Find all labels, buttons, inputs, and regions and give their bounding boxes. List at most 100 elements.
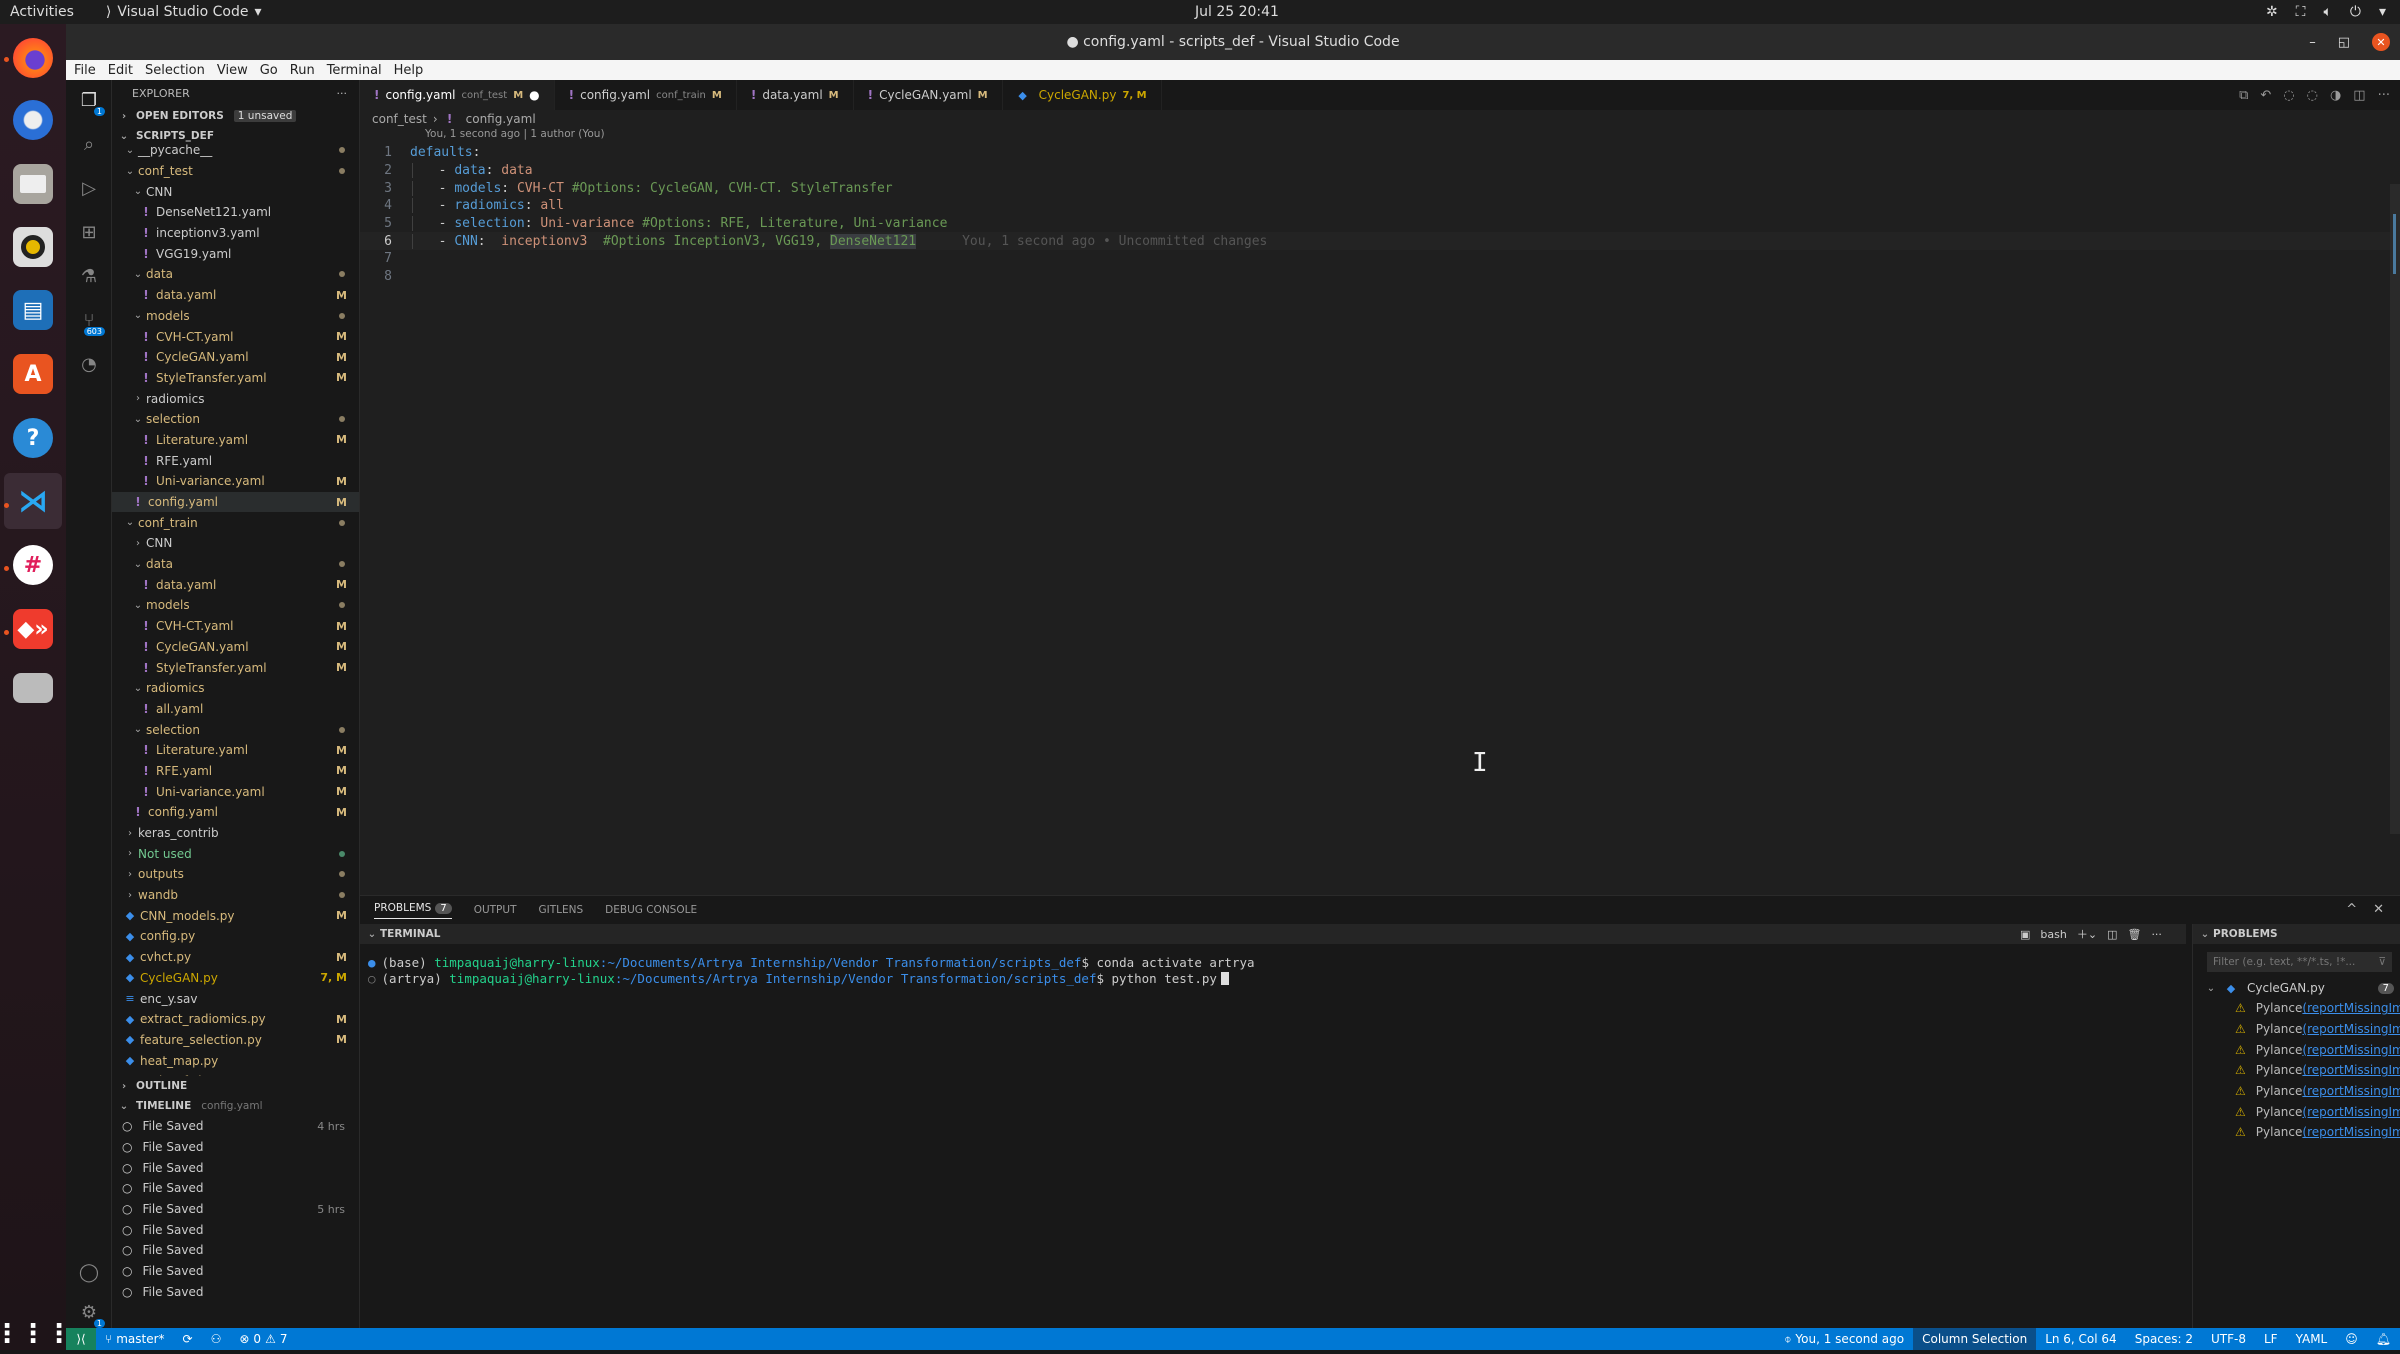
explorer-icon[interactable]: ❐ 1	[77, 88, 105, 116]
tree-item[interactable]: ! config.yaml M	[112, 802, 359, 823]
close-button[interactable]: ✕	[2372, 33, 2390, 51]
prev-change-icon[interactable]: ◌	[2283, 88, 2294, 103]
tree-item[interactable]: ◆ make_tf_datasets.py	[112, 1071, 359, 1076]
timeline-item[interactable]: ○ File Saved	[112, 1282, 359, 1303]
show-apps-icon[interactable]: ⋮⋮⋮	[0, 1314, 72, 1354]
terminal-more-icon[interactable]: ···	[2151, 928, 2162, 941]
editor-tab[interactable]: ! CycleGAN.yaml M	[854, 80, 1003, 110]
tree-item[interactable]: › Not used	[112, 843, 359, 864]
volume-icon[interactable]: 🔈︎	[2323, 4, 2331, 20]
tree-item[interactable]: ! CVH-CT.yaml M	[112, 326, 359, 347]
tree-item[interactable]: › keras_contrib	[112, 823, 359, 844]
terminal-output[interactable]: ● (base) timpaquaij@harry-linux:~/Documen…	[360, 944, 2400, 986]
tree-item[interactable]: ◆ CNN_models.py M	[112, 905, 359, 926]
editor-tab[interactable]: ◆ CycleGAN.py 7, M	[1003, 80, 1162, 110]
problem-code-link[interactable]: (reportMissingImports)	[2302, 1063, 2400, 1077]
editor-tab[interactable]: ! data.yaml M	[737, 80, 854, 110]
tree-item[interactable]: ! StyleTransfer.yaml M	[112, 368, 359, 389]
tree-item[interactable]: ⌄ models	[112, 306, 359, 327]
tree-item[interactable]: ! RFE.yaml M	[112, 761, 359, 782]
problems-filter-input[interactable]: Filter (e.g. text, **/*.ts, !*... ⊽	[2207, 952, 2392, 972]
close-panel-icon[interactable]: ✕	[2373, 902, 2384, 917]
source-control-icon[interactable]: ⑂ 603	[77, 308, 105, 336]
terminal-shell-icon[interactable]: ▣	[2020, 928, 2030, 941]
problem-file-row[interactable]: ⌄ ◆ CycleGAN.py 7	[2193, 978, 2400, 998]
tree-item[interactable]: ◆ extract_radiomics.py M	[112, 1009, 359, 1030]
split-terminal-icon[interactable]: ◫	[2107, 928, 2117, 941]
slack-icon[interactable]: #	[13, 545, 53, 585]
command-decoration-icon[interactable]: ●	[368, 955, 376, 970]
end-of-line[interactable]: LF	[2255, 1332, 2287, 1346]
network-icon[interactable]: ⛶	[2296, 4, 2306, 20]
branch-status[interactable]: ⑂ master*	[96, 1332, 174, 1346]
terminal-shell-name[interactable]: bash	[2040, 928, 2066, 941]
tree-item[interactable]: ! CVH-CT.yaml M	[112, 616, 359, 637]
gitlens-compare-icon[interactable]: ◑	[2330, 88, 2341, 103]
manage-gear-icon[interactable]: ⚙ 1	[77, 1300, 105, 1328]
power-icon[interactable]: ⏻	[2350, 4, 2361, 20]
activities-button[interactable]: Activities	[10, 4, 74, 20]
code-editor[interactable]: 1 defaults: 2 - data: data 3 - models: CVH-…	[360, 144, 2400, 286]
tree-item[interactable]: ⌄ radiomics	[112, 678, 359, 699]
new-terminal-icon[interactable]: ＋⌄	[2077, 926, 2097, 942]
clock[interactable]: Jul 25 20:41	[1195, 4, 1279, 20]
panel-tab-debug-console[interactable]: DEBUG CONSOLE	[605, 904, 697, 916]
tree-item[interactable]: ! all.yaml	[112, 699, 359, 720]
maximize-panel-icon[interactable]: ^	[2346, 902, 2357, 917]
tree-item[interactable]: ◆ heat_map.py	[112, 1050, 359, 1071]
next-change-icon[interactable]: ◌	[2307, 88, 2318, 103]
menu-selection[interactable]: Selection	[145, 63, 205, 78]
problem-code-link[interactable]: (reportMissingImports)	[2302, 1084, 2400, 1098]
timeline-item[interactable]: ○ File Saved 5 hrs	[112, 1199, 359, 1220]
more-actions-icon[interactable]: ···	[2378, 88, 2390, 103]
tree-item[interactable]: ◆ CycleGAN.py 7, M	[112, 968, 359, 989]
tree-item[interactable]: ◆ cvhct.py M	[112, 947, 359, 968]
problem-code-link[interactable]: (reportMissingImports)	[2302, 1022, 2400, 1036]
problem-item[interactable]: ⚠ Pylance(reportMissingImports)	[2193, 1081, 2400, 1102]
problem-code-link[interactable]: (reportMissingImports)	[2302, 1001, 2400, 1015]
scroll-thumb[interactable]	[2393, 214, 2396, 274]
tray-caret-icon[interactable]: ▾	[2379, 4, 2386, 20]
filter-icon[interactable]: ⊽	[2378, 956, 2386, 968]
accounts-icon[interactable]: ◯	[77, 1260, 101, 1284]
problem-code-link[interactable]: (reportMissingImports)	[2302, 1125, 2400, 1139]
tree-item[interactable]: ! Literature.yaml M	[112, 430, 359, 451]
problem-code-link[interactable]: (reportMissingImports)	[2302, 1105, 2400, 1119]
panel-tab-gitlens[interactable]: GITLENS	[538, 904, 583, 916]
menu-help[interactable]: Help	[394, 63, 424, 78]
tree-item[interactable]: ⌄ data	[112, 554, 359, 575]
tree-item[interactable]: ! RFE.yaml	[112, 450, 359, 471]
app-menu[interactable]: ⟩ Visual Studio Code ▾	[106, 4, 262, 20]
tree-item[interactable]: ◆ feature_selection.py M	[112, 1030, 359, 1051]
problem-item[interactable]: ⚠ Pylance(reportMissingImports)	[2193, 1060, 2400, 1081]
tree-item[interactable]: ⌄ selection	[112, 409, 359, 430]
more-actions-icon[interactable]: ···	[337, 87, 348, 100]
timeline-item[interactable]: ○ File Saved	[112, 1137, 359, 1158]
problems-status[interactable]: ⊗ 0 ⚠ 7	[230, 1332, 296, 1346]
sync-icon[interactable]: ⟳	[174, 1332, 202, 1346]
remote-indicator-icon[interactable]: ⟩⟨	[66, 1328, 96, 1350]
tree-item[interactable]: ! CycleGAN.yaml M	[112, 347, 359, 368]
minimize-button[interactable]: –	[2309, 35, 2316, 50]
problem-item[interactable]: ⚠ Pylance(reportMissingImports)	[2193, 1101, 2400, 1122]
terminal-header[interactable]: ⌄ TERMINAL	[360, 924, 2186, 944]
search-icon[interactable]: ⌕	[77, 132, 101, 156]
tree-item[interactable]: ⌄ conf_test	[112, 161, 359, 182]
breadcrumb-folder[interactable]: conf_test	[372, 112, 427, 126]
menu-run[interactable]: Run	[290, 63, 315, 78]
tree-item[interactable]: ◆ config.py	[112, 926, 359, 947]
settings-tray-icon[interactable]: ✲	[2266, 4, 2278, 20]
timeline-section[interactable]: ⌄ TIMELINE config.yaml	[112, 1096, 359, 1116]
tree-item[interactable]: ⌄ models	[112, 595, 359, 616]
tree-item[interactable]: ! VGG19.yaml	[112, 243, 359, 264]
thunderbird-icon[interactable]	[13, 100, 53, 140]
language-mode[interactable]: YAML	[2287, 1332, 2337, 1346]
notifications-icon[interactable]: 🔔︎	[2367, 1332, 2400, 1346]
outline-section[interactable]: › OUTLINE	[112, 1076, 359, 1096]
revert-icon[interactable]: ↶	[2260, 88, 2271, 103]
tree-item[interactable]: ≡ enc_y.sav	[112, 988, 359, 1009]
editor-tab[interactable]: ! config.yaml conf_train M	[555, 80, 737, 110]
tree-item[interactable]: › CNN	[112, 533, 359, 554]
timeline-item[interactable]: ○ File Saved	[112, 1178, 359, 1199]
cursor-position[interactable]: Ln 6, Col 64	[2036, 1332, 2126, 1346]
